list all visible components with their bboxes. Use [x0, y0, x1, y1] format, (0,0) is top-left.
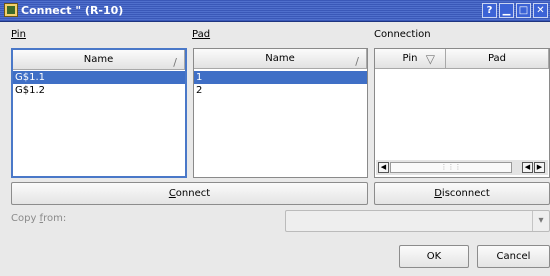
- cancel-button[interactable]: Cancel: [477, 245, 550, 268]
- pin-label: Pin: [11, 29, 26, 40]
- combo-dropdown-arrow[interactable]: ▾: [532, 211, 549, 231]
- connection-label: Connection: [374, 29, 431, 40]
- connection-table[interactable]: Pin ▽ Pad ◀ ⋮⋮⋮ ◀ ▶: [374, 48, 550, 178]
- connection-col-pin-label: Pin: [402, 53, 418, 64]
- pad-label-text: Pad: [192, 29, 211, 40]
- app-icon: [4, 3, 18, 17]
- copy-from-combo[interactable]: ▾: [285, 210, 550, 232]
- pin-list[interactable]: Name / G$1.1 G$1.2: [11, 48, 187, 178]
- close-button[interactable]: ✕: [533, 3, 548, 18]
- minimize-button[interactable]: ▁: [499, 3, 514, 18]
- disconnect-button-label: Disconnect: [434, 188, 490, 199]
- title-bar[interactable]: Connect " (R-10) ? ▁ □ ✕: [0, 0, 550, 22]
- connect-button[interactable]: Connect: [11, 182, 368, 205]
- pin-list-header-label: Name: [83, 54, 114, 65]
- ok-button-label: OK: [426, 251, 442, 262]
- connection-col-pad-label: Pad: [487, 53, 507, 64]
- help-button[interactable]: ?: [482, 3, 497, 18]
- connection-col-pin[interactable]: Pin ▽: [375, 49, 446, 69]
- pin-list-item[interactable]: G$1.2: [13, 84, 185, 97]
- cancel-button-label: Cancel: [496, 251, 531, 262]
- connection-col-pad[interactable]: Pad: [446, 49, 549, 69]
- pad-list-header-label: Name: [265, 53, 295, 64]
- pad-list-header[interactable]: Name /: [194, 49, 367, 69]
- chevron-down-icon: ▾: [538, 215, 544, 226]
- scroll-right-icon[interactable]: ▶: [534, 162, 545, 173]
- pad-list[interactable]: Name / 1 2: [193, 48, 368, 178]
- ok-button[interactable]: OK: [399, 245, 469, 268]
- maximize-button[interactable]: □: [516, 3, 531, 18]
- disconnect-button[interactable]: Disconnect: [374, 182, 550, 205]
- grip-icon: ⋮⋮⋮: [440, 163, 462, 171]
- pad-label: Pad: [192, 29, 210, 40]
- sort-indicator-icon: /: [355, 55, 359, 68]
- pin-list-header[interactable]: Name /: [13, 50, 185, 70]
- copy-from-label: Copy from:: [11, 213, 67, 224]
- window-title: Connect " (R-10): [21, 4, 124, 17]
- scroll-left-icon[interactable]: ◀: [522, 162, 533, 173]
- connect-button-label: Connect: [168, 188, 211, 199]
- pin-list-item[interactable]: G$1.1: [13, 71, 185, 84]
- pad-list-item[interactable]: 1: [194, 71, 367, 84]
- sort-indicator-icon: /: [173, 56, 177, 69]
- pad-list-item[interactable]: 2: [194, 84, 367, 97]
- sort-desc-icon: ▽: [425, 52, 435, 66]
- scroll-left-icon[interactable]: ◀: [378, 162, 389, 173]
- horizontal-scrollbar[interactable]: ◀ ⋮⋮⋮ ◀ ▶: [376, 160, 548, 175]
- pin-label-text: Pin: [11, 29, 26, 40]
- scrollbar-thumb[interactable]: ⋮⋮⋮: [390, 162, 512, 173]
